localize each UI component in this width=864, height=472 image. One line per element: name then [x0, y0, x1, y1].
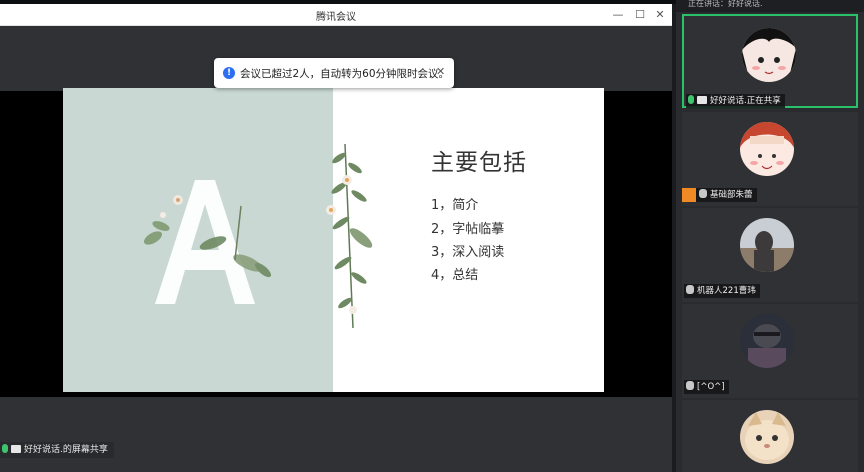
agenda-item: 3，深入阅读 — [431, 245, 505, 260]
participant-tile[interactable]: [^O^] — [682, 304, 858, 398]
avatar — [742, 28, 796, 82]
participant-tile[interactable]: 基础部朱蕾 — [682, 112, 858, 206]
notification-text: 会议已超过2人，自动转为60分钟限时会议。 — [240, 68, 450, 80]
fern-decoration — [331, 143, 373, 329]
avatar — [740, 314, 794, 368]
presentation-slide: 主要包括 1，简介 2，字帖临摹 3，深入阅读 4，总结 — [63, 88, 604, 392]
participant-name-tag: [^O^] — [684, 380, 729, 394]
screen: 腾讯会议 — ☐ ✕ 好好说话.的屏幕共享 主要包括 1，简介 2，字帖临摹 3… — [0, 0, 864, 472]
maximize-button[interactable]: ☐ — [632, 7, 648, 23]
participant-name-tag: 基础部朱蕾 — [682, 188, 757, 202]
avatar — [740, 410, 794, 464]
participant-name-tag: 机器人221曹玮 — [684, 284, 760, 298]
info-icon: ! — [223, 67, 235, 79]
microphone-icon — [2, 444, 8, 453]
screen-share-label-text: 好好说话.的屏幕共享 — [24, 445, 108, 455]
avatar — [740, 122, 794, 176]
close-icon[interactable]: ✕ — [436, 65, 445, 78]
participant-tile[interactable]: 机器人221曹玮 — [682, 208, 858, 302]
participant-tile[interactable]: 好好说话.正在共享 — [682, 14, 858, 108]
host-icon — [682, 188, 696, 202]
agenda-item: 1，简介 — [431, 198, 479, 213]
screen-share-icon — [697, 96, 707, 104]
speaking-indicator: 正在讲话：好好说话. — [676, 0, 864, 12]
microphone-icon — [688, 95, 694, 104]
time-limit-notification: ! 会议已超过2人，自动转为60分钟限时会议。 ✕ — [214, 58, 454, 88]
minimize-button[interactable]: — — [610, 7, 626, 23]
agenda-item: 2，字帖临摹 — [431, 222, 505, 237]
title-bar[interactable]: 腾讯会议 — ☐ ✕ — [0, 4, 672, 26]
participant-tile[interactable] — [682, 400, 858, 472]
slide-title: 主要包括 — [431, 150, 527, 176]
agenda-item: 4，总结 — [431, 268, 479, 283]
microphone-muted-icon — [686, 285, 694, 294]
screen-share-label: 好好说话.的屏幕共享 — [0, 442, 114, 458]
avatar — [740, 218, 794, 272]
leaf-decoration — [143, 221, 272, 278]
participant-panel: 正在讲话：好好说话. 好好说话.正在共享 基础部朱蕾 机器人221曹玮 [^O^… — [676, 0, 864, 472]
slide-illustration — [143, 143, 373, 329]
screen-share-icon — [11, 445, 21, 453]
participant-name-tag: 好好说话.正在共享 — [686, 94, 785, 108]
microphone-muted-icon — [699, 189, 707, 198]
microphone-muted-icon — [686, 381, 694, 390]
close-button[interactable]: ✕ — [652, 7, 668, 23]
window-title: 腾讯会议 — [316, 12, 356, 23]
